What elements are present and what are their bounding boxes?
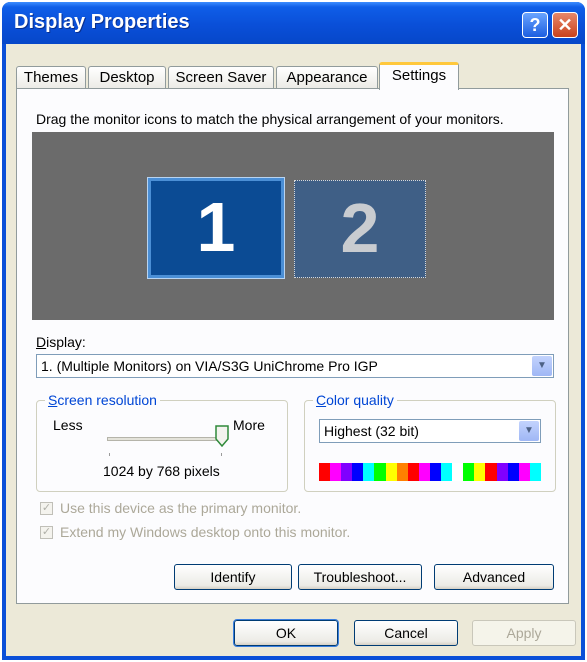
chevron-down-icon[interactable]: ▼: [519, 421, 539, 441]
palette-swatch: [396, 463, 408, 481]
tab-settings[interactable]: Settings: [379, 62, 459, 90]
resolution-slider-track[interactable]: [107, 437, 217, 441]
apply-button[interactable]: Apply: [472, 620, 576, 646]
window-title: Display Properties: [14, 11, 190, 33]
palette-swatch: [352, 463, 364, 481]
display-label: Display:: [36, 334, 86, 350]
display-select[interactable]: 1. (Multiple Monitors) on VIA/S3G UniChr…: [36, 354, 554, 378]
color-palette-bar: [319, 463, 541, 481]
palette-swatch: [407, 463, 419, 481]
palette-swatch: [485, 463, 497, 481]
cancel-button[interactable]: Cancel: [354, 620, 458, 646]
monitor-instructions: Drag the monitor icons to match the phys…: [36, 111, 504, 127]
palette-swatch: [418, 463, 430, 481]
monitor-arrangement-area[interactable]: 1 2: [32, 132, 554, 320]
palette-swatch: [363, 463, 375, 481]
monitor-2-icon[interactable]: 2: [294, 180, 426, 278]
title-bar[interactable]: Display Properties ? ✕: [2, 2, 585, 44]
palette-swatch: [507, 463, 519, 481]
color-quality-title: Color quality: [313, 392, 397, 408]
tab-desktop[interactable]: Desktop: [88, 66, 166, 88]
monitor-1-icon[interactable]: 1: [147, 177, 285, 279]
palette-swatch: [341, 463, 353, 481]
palette-swatch: [518, 463, 530, 481]
less-label: Less: [53, 417, 83, 433]
chevron-down-icon[interactable]: ▼: [532, 356, 552, 376]
palette-swatch: [496, 463, 508, 481]
help-button[interactable]: ?: [522, 12, 548, 38]
tab-appearance[interactable]: Appearance: [276, 66, 378, 88]
palette-swatch: [441, 463, 453, 481]
advanced-button[interactable]: Advanced: [434, 564, 554, 590]
slider-tick: [109, 453, 110, 456]
tab-screen-saver[interactable]: Screen Saver: [168, 66, 274, 88]
extend-desktop-checkbox[interactable]: ✓: [40, 526, 53, 539]
color-quality-value: Highest (32 bit): [324, 423, 419, 439]
dialog-client: Themes Desktop Screen Saver Appearance S…: [6, 44, 581, 656]
display-properties-window: Display Properties ? ✕ Themes Desktop Sc…: [2, 2, 585, 660]
primary-monitor-checkbox[interactable]: ✓: [40, 502, 53, 515]
primary-monitor-label: Use this device as the primary monitor.: [60, 500, 302, 516]
extend-desktop-label: Extend my Windows desktop onto this moni…: [60, 524, 351, 540]
palette-swatch: [319, 463, 331, 481]
palette-swatch: [330, 463, 342, 481]
more-label: More: [233, 417, 265, 433]
resolution-value: 1024 by 768 pixels: [103, 463, 220, 479]
palette-swatch: [385, 463, 397, 481]
ok-button[interactable]: OK: [233, 619, 339, 647]
palette-swatch: [374, 463, 386, 481]
palette-swatch: [452, 463, 464, 481]
identify-button[interactable]: Identify: [174, 564, 292, 590]
close-button[interactable]: ✕: [552, 12, 578, 38]
screen-resolution-group: Screen resolution Less More 1024 by 768 …: [36, 392, 288, 492]
palette-swatch: [474, 463, 486, 481]
display-select-value: 1. (Multiple Monitors) on VIA/S3G UniChr…: [41, 358, 378, 374]
color-quality-select[interactable]: Highest (32 bit) ▼: [319, 419, 541, 443]
palette-swatch: [463, 463, 475, 481]
color-quality-group: Color quality Highest (32 bit) ▼: [304, 392, 556, 492]
resolution-slider-thumb[interactable]: [215, 425, 229, 447]
tab-themes[interactable]: Themes: [16, 66, 86, 88]
palette-swatch: [529, 463, 541, 481]
screen-resolution-title: Screen resolution: [45, 392, 160, 408]
slider-tick: [221, 453, 222, 456]
palette-swatch: [429, 463, 442, 481]
troubleshoot-button[interactable]: Troubleshoot...: [298, 564, 422, 590]
